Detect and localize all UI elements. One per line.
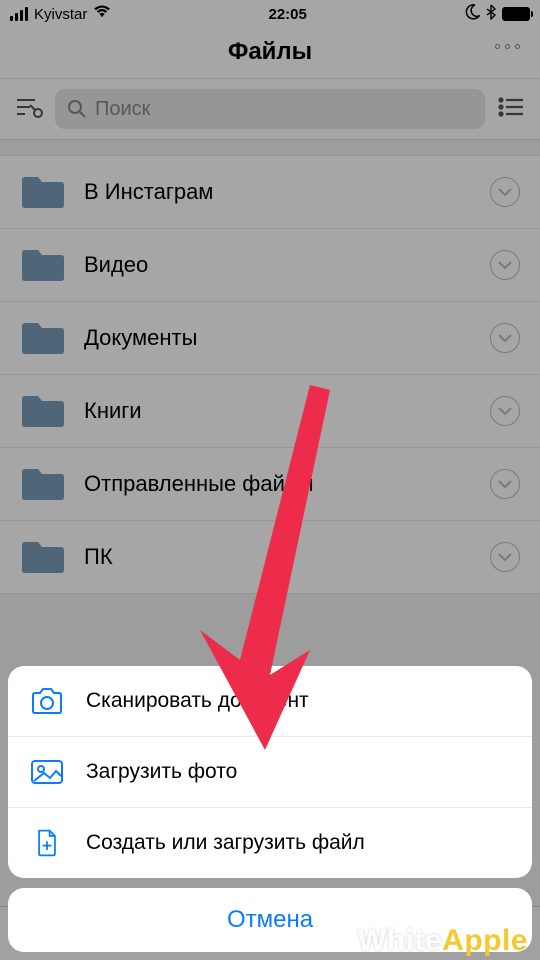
sheet-scan-document[interactable]: Сканировать документ bbox=[8, 666, 532, 737]
action-sheet: Сканировать документ Загрузить фото Созд… bbox=[8, 666, 532, 952]
sheet-upload-photo[interactable]: Загрузить фото bbox=[8, 737, 532, 808]
sheet-label: Сканировать документ bbox=[86, 689, 309, 713]
sheet-label: Загрузить фото bbox=[86, 760, 237, 784]
camera-icon bbox=[30, 686, 64, 716]
watermark: WhiteApple bbox=[358, 924, 528, 958]
sheet-create-file[interactable]: Создать или загрузить файл bbox=[8, 808, 532, 878]
file-plus-icon bbox=[30, 828, 64, 858]
sheet-label: Создать или загрузить файл bbox=[86, 831, 365, 855]
photo-icon bbox=[30, 757, 64, 787]
